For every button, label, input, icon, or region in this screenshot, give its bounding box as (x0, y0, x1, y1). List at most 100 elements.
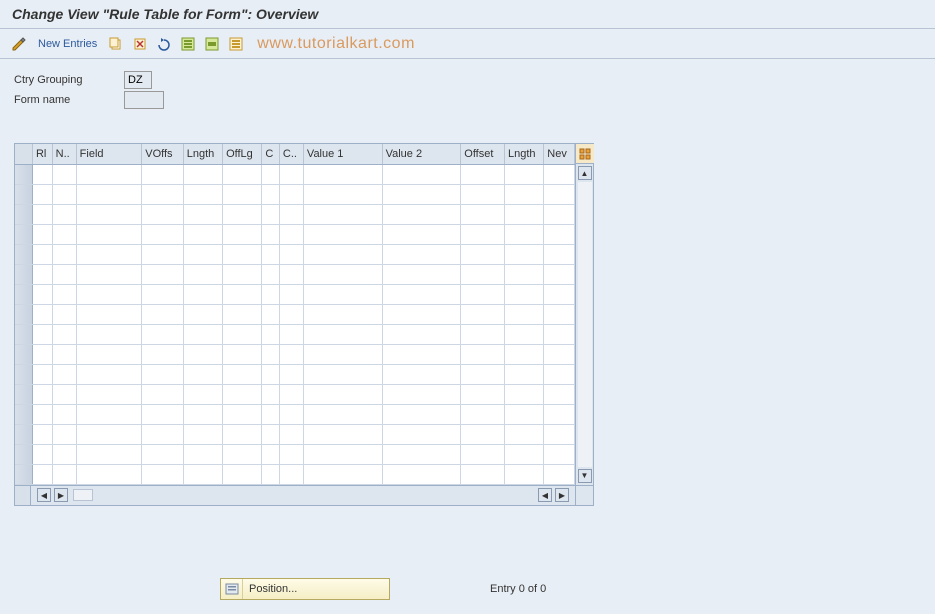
table-cell[interactable] (76, 324, 142, 344)
table-cell[interactable] (382, 184, 461, 204)
col-voffs[interactable]: VOffs (142, 144, 184, 164)
table-cell[interactable] (279, 164, 303, 184)
table-cell[interactable] (76, 304, 142, 324)
table-cell[interactable] (461, 444, 505, 464)
table-cell[interactable] (52, 204, 76, 224)
table-cell[interactable] (504, 424, 543, 444)
table-cell[interactable] (52, 404, 76, 424)
table-row[interactable] (15, 404, 575, 424)
row-selector[interactable] (15, 184, 32, 204)
table-cell[interactable] (32, 384, 52, 404)
scroll-right-1-icon[interactable]: ▶ (54, 488, 68, 502)
table-cell[interactable] (32, 304, 52, 324)
table-cell[interactable] (504, 384, 543, 404)
table-cell[interactable] (303, 344, 382, 364)
hscroll-track-1[interactable] (73, 489, 93, 501)
table-cell[interactable] (504, 224, 543, 244)
col-n[interactable]: N.. (52, 144, 76, 164)
table-cell[interactable] (142, 244, 184, 264)
table-cell[interactable] (461, 264, 505, 284)
table-cell[interactable] (183, 184, 222, 204)
change-icon[interactable] (10, 35, 28, 53)
table-cell[interactable] (142, 404, 184, 424)
table-cell[interactable] (262, 284, 279, 304)
table-row[interactable] (15, 384, 575, 404)
table-cell[interactable] (544, 244, 575, 264)
delete-icon[interactable] (131, 35, 149, 53)
table-cell[interactable] (279, 364, 303, 384)
table-cell[interactable] (183, 364, 222, 384)
table-cell[interactable] (382, 344, 461, 364)
row-selector[interactable] (15, 464, 32, 484)
row-selector[interactable] (15, 444, 32, 464)
table-cell[interactable] (52, 324, 76, 344)
select-all-icon[interactable] (179, 35, 197, 53)
table-cell[interactable] (142, 384, 184, 404)
scroll-right-2-icon[interactable]: ▶ (555, 488, 569, 502)
table-cell[interactable] (461, 304, 505, 324)
table-cell[interactable] (544, 204, 575, 224)
table-cell[interactable] (504, 464, 543, 484)
table-cell[interactable] (303, 204, 382, 224)
table-row[interactable] (15, 204, 575, 224)
table-cell[interactable] (279, 344, 303, 364)
table-cell[interactable] (32, 424, 52, 444)
table-cell[interactable] (544, 164, 575, 184)
table-cell[interactable] (504, 344, 543, 364)
table-cell[interactable] (461, 384, 505, 404)
table-cell[interactable] (76, 344, 142, 364)
table-cell[interactable] (303, 164, 382, 184)
table-cell[interactable] (76, 384, 142, 404)
table-cell[interactable] (32, 344, 52, 364)
table-cell[interactable] (303, 404, 382, 424)
table-cell[interactable] (76, 464, 142, 484)
col-value1[interactable]: Value 1 (303, 144, 382, 164)
row-selector[interactable] (15, 404, 32, 424)
ctry-grouping-field[interactable] (124, 71, 152, 89)
table-cell[interactable] (279, 464, 303, 484)
table-cell[interactable] (461, 224, 505, 244)
table-cell[interactable] (76, 224, 142, 244)
new-entries-button[interactable]: New Entries (34, 38, 101, 50)
table-cell[interactable] (183, 404, 222, 424)
table-cell[interactable] (32, 444, 52, 464)
table-cell[interactable] (223, 244, 262, 264)
row-selector[interactable] (15, 384, 32, 404)
table-cell[interactable] (279, 264, 303, 284)
table-cell[interactable] (52, 384, 76, 404)
table-cell[interactable] (279, 424, 303, 444)
table-cell[interactable] (303, 384, 382, 404)
table-cell[interactable] (461, 204, 505, 224)
table-cell[interactable] (461, 164, 505, 184)
table-cell[interactable] (504, 304, 543, 324)
table-cell[interactable] (183, 204, 222, 224)
position-button[interactable]: Position... (220, 578, 390, 600)
table-row[interactable] (15, 304, 575, 324)
table-cell[interactable] (183, 304, 222, 324)
table-cell[interactable] (142, 304, 184, 324)
table-cell[interactable] (76, 204, 142, 224)
table-cell[interactable] (262, 204, 279, 224)
table-row[interactable] (15, 364, 575, 384)
table-cell[interactable] (32, 404, 52, 424)
table-row[interactable] (15, 284, 575, 304)
scroll-down-icon[interactable]: ▼ (578, 469, 592, 483)
undo-icon[interactable] (155, 35, 173, 53)
table-cell[interactable] (262, 164, 279, 184)
table-cell[interactable] (303, 424, 382, 444)
table-cell[interactable] (303, 284, 382, 304)
table-cell[interactable] (382, 324, 461, 344)
table-cell[interactable] (32, 184, 52, 204)
row-selector[interactable] (15, 224, 32, 244)
table-cell[interactable] (52, 284, 76, 304)
col-lngth2[interactable]: Lngth (504, 144, 543, 164)
table-cell[interactable] (223, 364, 262, 384)
table-row[interactable] (15, 424, 575, 444)
table-cell[interactable] (504, 164, 543, 184)
table-cell[interactable] (461, 404, 505, 424)
table-cell[interactable] (76, 164, 142, 184)
table-cell[interactable] (52, 264, 76, 284)
table-cell[interactable] (382, 304, 461, 324)
table-cell[interactable] (279, 404, 303, 424)
table-cell[interactable] (142, 184, 184, 204)
